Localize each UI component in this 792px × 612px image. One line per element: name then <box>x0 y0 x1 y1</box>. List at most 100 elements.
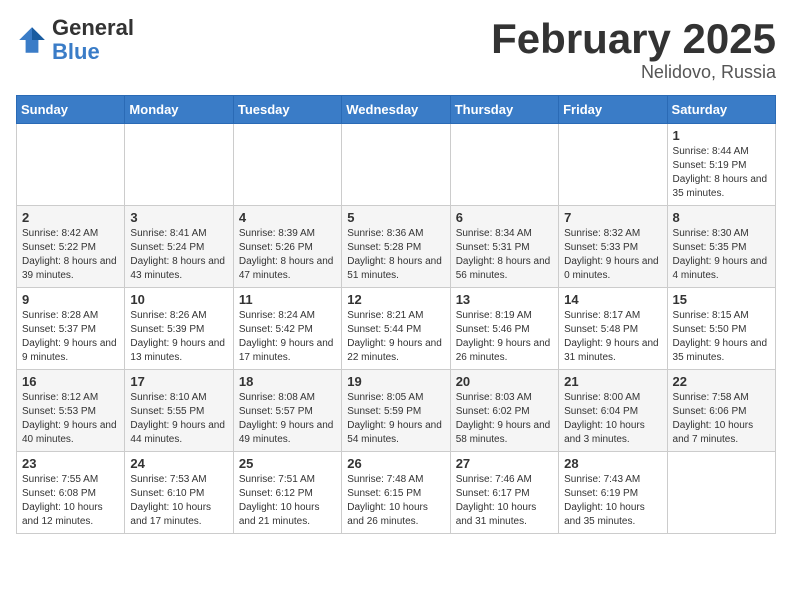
month-title: February 2025 <box>491 16 776 62</box>
weekday-header-tuesday: Tuesday <box>233 96 341 124</box>
day-number: 15 <box>673 292 770 307</box>
calendar-cell: 13 Sunrise: 8:19 AM Sunset: 5:46 PM Dayli… <box>450 288 558 370</box>
day-info: Sunrise: 7:51 AM Sunset: 6:12 PM Dayligh… <box>239 473 336 529</box>
day-number: 13 <box>456 292 553 307</box>
calendar-cell <box>342 124 450 206</box>
day-number: 20 <box>456 374 553 389</box>
calendar-cell: 4 Sunrise: 8:39 AM Sunset: 5:26 PM Daylig… <box>233 206 341 288</box>
day-number: 5 <box>347 210 444 225</box>
day-number: 17 <box>130 374 227 389</box>
day-number: 3 <box>130 210 227 225</box>
calendar-cell: 6 Sunrise: 8:34 AM Sunset: 5:31 PM Daylig… <box>450 206 558 288</box>
day-number: 9 <box>22 292 119 307</box>
calendar-cell: 25 Sunrise: 7:51 AM Sunset: 6:12 PM Dayli… <box>233 452 341 534</box>
day-number: 11 <box>239 292 336 307</box>
day-info: Sunrise: 8:36 AM Sunset: 5:28 PM Dayligh… <box>347 227 444 283</box>
calendar-cell: 8 Sunrise: 8:30 AM Sunset: 5:35 PM Daylig… <box>667 206 775 288</box>
calendar-week-4: 23 Sunrise: 7:55 AM Sunset: 6:08 PM Dayli… <box>17 452 776 534</box>
day-number: 16 <box>22 374 119 389</box>
calendar-header: SundayMondayTuesdayWednesdayThursdayFrid… <box>17 96 776 124</box>
day-info: Sunrise: 8:24 AM Sunset: 5:42 PM Dayligh… <box>239 309 336 365</box>
day-info: Sunrise: 8:15 AM Sunset: 5:50 PM Dayligh… <box>673 309 770 365</box>
calendar-cell: 23 Sunrise: 7:55 AM Sunset: 6:08 PM Dayli… <box>17 452 125 534</box>
calendar-week-0: 1 Sunrise: 8:44 AM Sunset: 5:19 PM Daylig… <box>17 124 776 206</box>
day-info: Sunrise: 7:53 AM Sunset: 6:10 PM Dayligh… <box>130 473 227 529</box>
day-info: Sunrise: 7:58 AM Sunset: 6:06 PM Dayligh… <box>673 391 770 447</box>
weekday-header-wednesday: Wednesday <box>342 96 450 124</box>
calendar-cell: 15 Sunrise: 8:15 AM Sunset: 5:50 PM Dayli… <box>667 288 775 370</box>
day-number: 28 <box>564 456 661 471</box>
day-info: Sunrise: 8:41 AM Sunset: 5:24 PM Dayligh… <box>130 227 227 283</box>
day-info: Sunrise: 8:10 AM Sunset: 5:55 PM Dayligh… <box>130 391 227 447</box>
day-info: Sunrise: 8:26 AM Sunset: 5:39 PM Dayligh… <box>130 309 227 365</box>
calendar-cell: 27Sunrise: 7:46 AM Sunset: 6:17 PM Dayli… <box>450 452 558 534</box>
day-number: 7 <box>564 210 661 225</box>
calendar-cell <box>450 124 558 206</box>
page-header: General Blue February 2025 Nelidovo, Rus… <box>16 16 776 83</box>
calendar-cell: 22 Sunrise: 7:58 AM Sunset: 6:06 PM Dayli… <box>667 370 775 452</box>
day-info: Sunrise: 7:55 AM Sunset: 6:08 PM Dayligh… <box>22 473 119 529</box>
day-info: Sunrise: 8:03 AM Sunset: 6:02 PM Dayligh… <box>456 391 553 447</box>
logo-general-text: General <box>52 15 134 40</box>
day-info: Sunrise: 7:43 AM Sunset: 6:19 PM Dayligh… <box>564 473 661 529</box>
title-block: February 2025 Nelidovo, Russia <box>491 16 776 83</box>
day-number: 4 <box>239 210 336 225</box>
calendar-week-3: 16Sunrise: 8:12 AM Sunset: 5:53 PM Dayli… <box>17 370 776 452</box>
day-number: 26 <box>347 456 444 471</box>
logo-text: General Blue <box>52 16 134 64</box>
day-number: 12 <box>347 292 444 307</box>
calendar-table: SundayMondayTuesdayWednesdayThursdayFrid… <box>16 95 776 534</box>
calendar-cell: 10Sunrise: 8:26 AM Sunset: 5:39 PM Dayli… <box>125 288 233 370</box>
day-number: 14 <box>564 292 661 307</box>
day-info: Sunrise: 8:39 AM Sunset: 5:26 PM Dayligh… <box>239 227 336 283</box>
day-number: 18 <box>239 374 336 389</box>
day-number: 22 <box>673 374 770 389</box>
day-number: 24 <box>130 456 227 471</box>
day-number: 23 <box>22 456 119 471</box>
calendar-cell: 9Sunrise: 8:28 AM Sunset: 5:37 PM Daylig… <box>17 288 125 370</box>
day-info: Sunrise: 8:30 AM Sunset: 5:35 PM Dayligh… <box>673 227 770 283</box>
day-info: Sunrise: 8:19 AM Sunset: 5:46 PM Dayligh… <box>456 309 553 365</box>
logo: General Blue <box>16 16 134 64</box>
day-number: 6 <box>456 210 553 225</box>
weekday-header-monday: Monday <box>125 96 233 124</box>
calendar-cell: 21Sunrise: 8:00 AM Sunset: 6:04 PM Dayli… <box>559 370 667 452</box>
day-info: Sunrise: 8:21 AM Sunset: 5:44 PM Dayligh… <box>347 309 444 365</box>
weekday-header-saturday: Saturday <box>667 96 775 124</box>
calendar-cell: 20 Sunrise: 8:03 AM Sunset: 6:02 PM Dayli… <box>450 370 558 452</box>
day-info: Sunrise: 8:42 AM Sunset: 5:22 PM Dayligh… <box>22 227 119 283</box>
calendar-cell <box>559 124 667 206</box>
calendar-week-1: 2Sunrise: 8:42 AM Sunset: 5:22 PM Daylig… <box>17 206 776 288</box>
logo-blue-text: Blue <box>52 39 100 64</box>
day-info: Sunrise: 8:44 AM Sunset: 5:19 PM Dayligh… <box>673 145 770 201</box>
weekday-row: SundayMondayTuesdayWednesdayThursdayFrid… <box>17 96 776 124</box>
calendar-cell: 24 Sunrise: 7:53 AM Sunset: 6:10 PM Dayli… <box>125 452 233 534</box>
day-number: 25 <box>239 456 336 471</box>
day-info: Sunrise: 7:48 AM Sunset: 6:15 PM Dayligh… <box>347 473 444 529</box>
calendar-body: 1 Sunrise: 8:44 AM Sunset: 5:19 PM Daylig… <box>17 124 776 534</box>
day-info: Sunrise: 8:08 AM Sunset: 5:57 PM Dayligh… <box>239 391 336 447</box>
day-number: 19 <box>347 374 444 389</box>
day-info: Sunrise: 8:34 AM Sunset: 5:31 PM Dayligh… <box>456 227 553 283</box>
weekday-header-friday: Friday <box>559 96 667 124</box>
calendar-cell: 5 Sunrise: 8:36 AM Sunset: 5:28 PM Daylig… <box>342 206 450 288</box>
day-info: Sunrise: 8:32 AM Sunset: 5:33 PM Dayligh… <box>564 227 661 283</box>
weekday-header-sunday: Sunday <box>17 96 125 124</box>
day-number: 8 <box>673 210 770 225</box>
day-info: Sunrise: 8:05 AM Sunset: 5:59 PM Dayligh… <box>347 391 444 447</box>
calendar-cell: 19 Sunrise: 8:05 AM Sunset: 5:59 PM Dayli… <box>342 370 450 452</box>
day-number: 1 <box>673 128 770 143</box>
calendar-cell: 28 Sunrise: 7:43 AM Sunset: 6:19 PM Dayli… <box>559 452 667 534</box>
calendar-cell: 12 Sunrise: 8:21 AM Sunset: 5:44 PM Dayli… <box>342 288 450 370</box>
calendar-cell: 2Sunrise: 8:42 AM Sunset: 5:22 PM Daylig… <box>17 206 125 288</box>
calendar-cell <box>233 124 341 206</box>
day-info: Sunrise: 8:00 AM Sunset: 6:04 PM Dayligh… <box>564 391 661 447</box>
calendar-cell: 17 Sunrise: 8:10 AM Sunset: 5:55 PM Dayli… <box>125 370 233 452</box>
calendar-cell: 3 Sunrise: 8:41 AM Sunset: 5:24 PM Daylig… <box>125 206 233 288</box>
calendar-cell: 16Sunrise: 8:12 AM Sunset: 5:53 PM Dayli… <box>17 370 125 452</box>
calendar-cell: 1 Sunrise: 8:44 AM Sunset: 5:19 PM Daylig… <box>667 124 775 206</box>
day-number: 27 <box>456 456 553 471</box>
weekday-header-thursday: Thursday <box>450 96 558 124</box>
calendar-cell: 14 Sunrise: 8:17 AM Sunset: 5:48 PM Dayli… <box>559 288 667 370</box>
day-info: Sunrise: 8:17 AM Sunset: 5:48 PM Dayligh… <box>564 309 661 365</box>
